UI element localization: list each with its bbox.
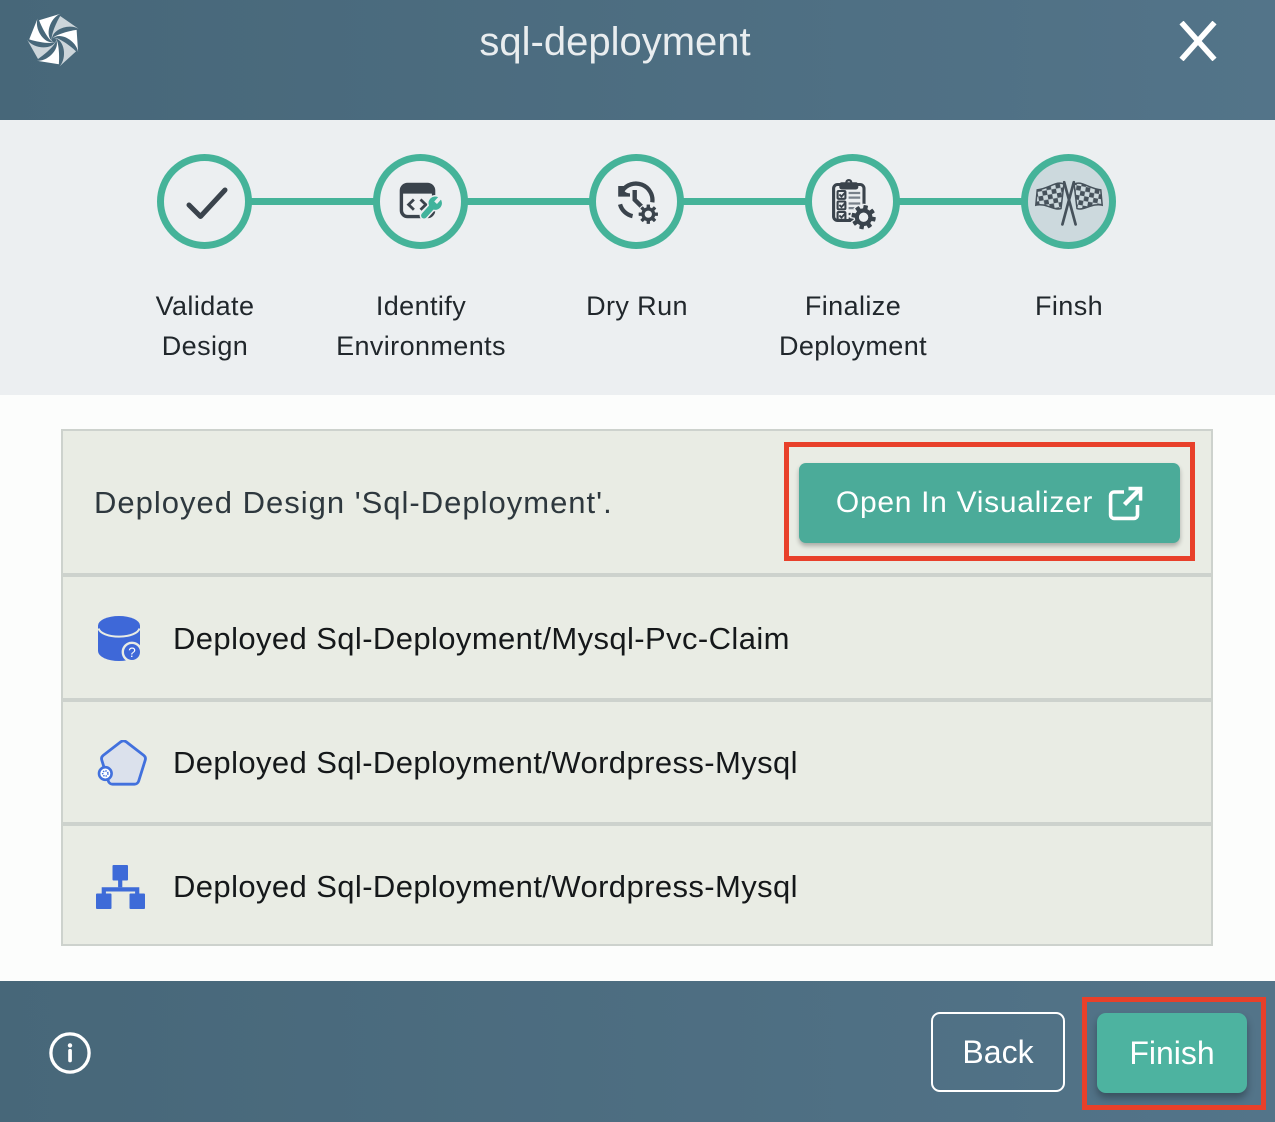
svg-text:?: ? [128,645,136,660]
